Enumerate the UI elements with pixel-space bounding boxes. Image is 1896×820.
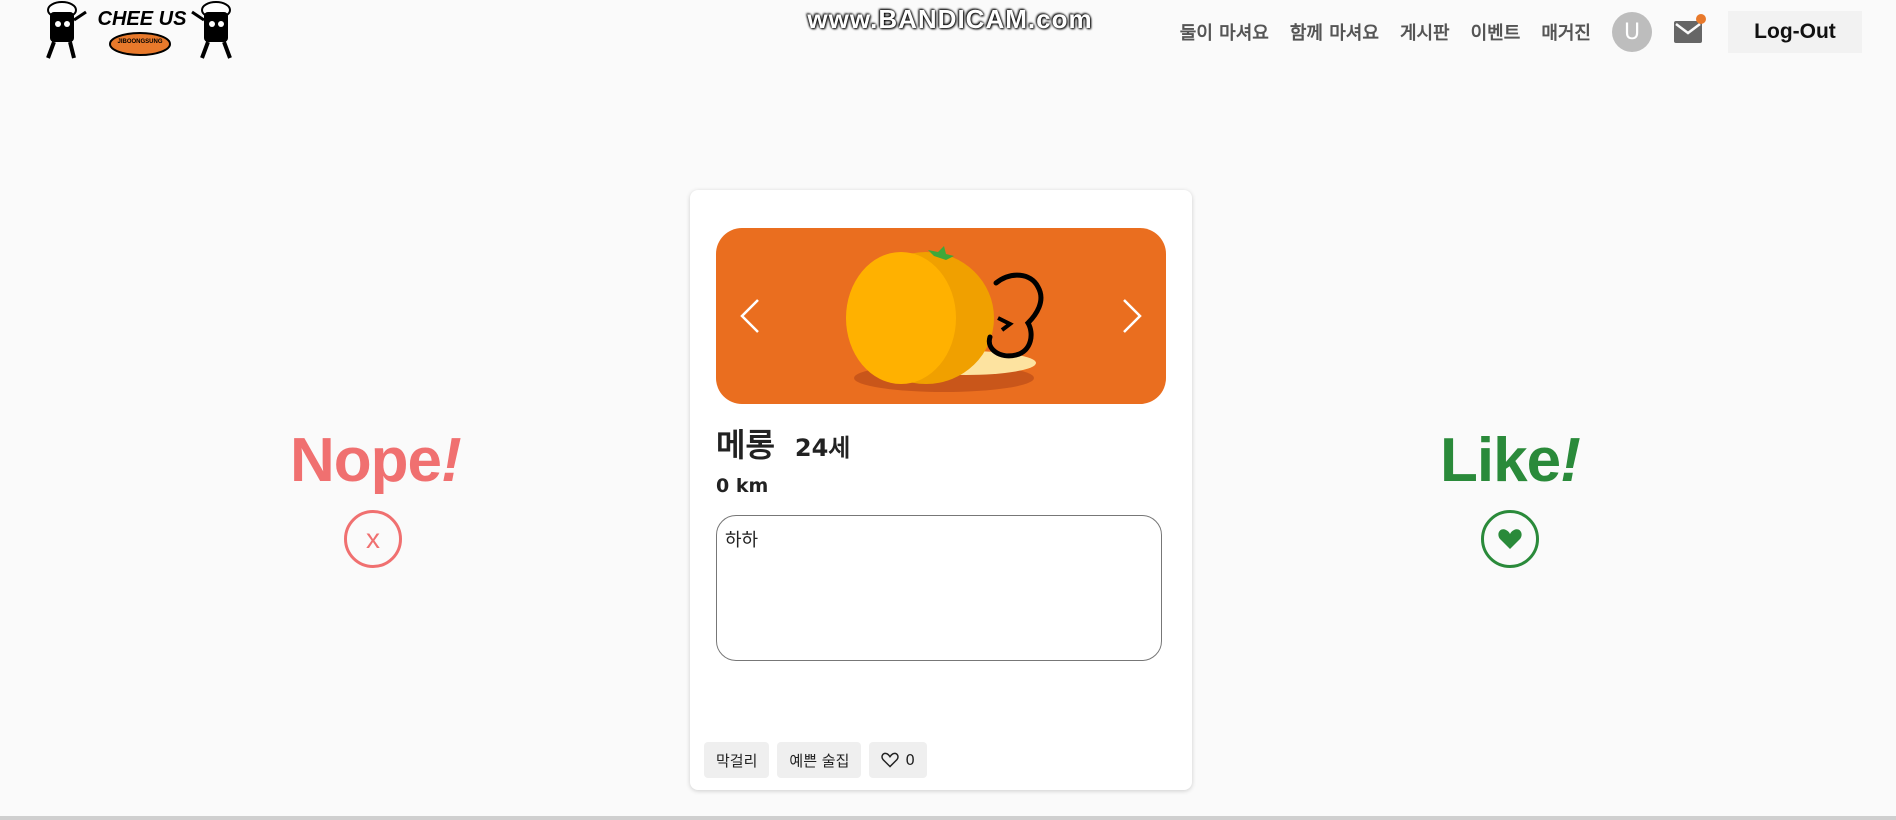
tag-pretty-bar[interactable]: 예쁜 술집 [777,742,862,778]
like-button[interactable] [1481,510,1539,568]
like-label: Like! [1440,425,1581,496]
nope-text: Nope [290,426,442,495]
nope-button[interactable]: x [344,510,402,568]
top-nav: 둘이 마셔요 함께 마셔요 게시판 이벤트 매거진 U Log-Out [1180,10,1862,54]
profile-card: 메롱 24세 0 km 하하 막걸리 예쁜 술집 0 [690,190,1192,790]
nope-label: Nope! [290,425,462,496]
profile-age: 24세 [794,434,851,462]
logo-subtitle: JIBOONGSUNG [117,39,163,45]
tag-list: 막걸리 예쁜 술집 0 [704,742,935,778]
profile-photo [846,246,1044,392]
heart-icon [881,752,900,768]
like-count-badge[interactable]: 0 [869,742,927,778]
nav-item-magazine[interactable]: 매거진 [1541,19,1591,45]
nav-item-events[interactable]: 이벤트 [1471,19,1521,45]
profile-photo-carousel [716,228,1166,404]
nope-x-icon: x [366,523,380,554]
profile-name: 메롱 [716,426,775,464]
like-count: 0 [905,751,915,769]
chevron-left-icon[interactable] [738,298,762,334]
avatar-letter: U [1623,19,1641,45]
nope-exclamation: ! [441,426,462,495]
bottom-divider [0,816,1896,820]
logout-button[interactable]: Log-Out [1728,11,1862,53]
mail-icon[interactable] [1674,14,1706,43]
name-age-row: 메롱 24세 [716,420,850,466]
like-exclamation: ! [1560,426,1581,495]
chevron-right-icon[interactable] [1120,298,1144,334]
mail-glyph [1674,21,1702,43]
tag-makgeolli[interactable]: 막걸리 [704,742,770,778]
nav-item-drink-together-two[interactable]: 둘이 마셔요 [1180,19,1269,45]
like-text: Like [1440,426,1561,495]
cheeus-logo[interactable]: CHEE US JIBOONGSUNG [40,0,240,70]
notification-dot [1696,14,1706,24]
nav-item-board[interactable]: 게시판 [1400,19,1450,45]
profile-bio: 하하 [716,515,1162,661]
profile-distance: 0 km [716,475,769,497]
heart-filled-icon [1498,529,1522,549]
avatar[interactable]: U [1612,12,1652,52]
nav-item-drink-together-group[interactable]: 함께 마셔요 [1290,19,1379,45]
logo-title: CHEE US [97,8,187,30]
recorder-watermark: www.BANDICAM.com [807,4,1093,34]
